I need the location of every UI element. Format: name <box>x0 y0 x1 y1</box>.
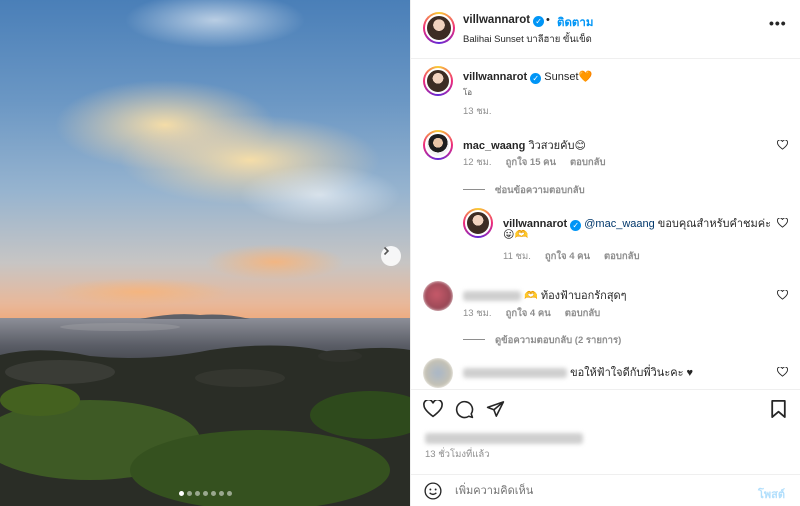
avatar[interactable] <box>423 281 453 311</box>
location-link[interactable]: Balihai Sunset บาลีฮาย ขั้นเข็ด <box>463 32 592 47</box>
heart-icon <box>423 398 443 418</box>
comment-button[interactable] <box>455 400 474 422</box>
carousel-dot <box>218 491 224 496</box>
reply-meta: 11 ชม. ถูกใจ 4 คน ตอบกลับ <box>503 249 654 264</box>
avatar[interactable] <box>423 66 453 96</box>
comment-body: 🫶 ท้องฟ้าบอกรักสุดๆ <box>524 290 627 302</box>
post-sidebar: villwannarot ✓ • ติดตาม Balihai Sunset บา… <box>410 0 800 506</box>
reply-emoji: 😛🫶 <box>503 229 529 241</box>
save-button[interactable] <box>771 400 786 421</box>
likes-count[interactable] <box>425 432 583 444</box>
like-button[interactable] <box>423 398 443 421</box>
avatar[interactable] <box>423 130 453 160</box>
heart-icon <box>777 139 788 150</box>
reply-like-button[interactable] <box>777 217 788 231</box>
caption-body: Sunset <box>544 71 579 83</box>
caption-subtext: โอ <box>463 88 473 97</box>
carousel-dot <box>194 491 200 496</box>
verified-badge-icon: ✓ <box>570 220 582 231</box>
post-actions-bar <box>411 389 800 429</box>
bookmark-icon <box>771 400 786 418</box>
carousel-dot <box>226 491 232 496</box>
carousel-dot <box>186 491 192 496</box>
comment-username[interactable]: mac_waang <box>463 140 525 152</box>
comment-like-button[interactable] <box>777 289 788 303</box>
follow-button[interactable]: ติดตาม <box>557 14 593 32</box>
comment-meta: 12 ชม. ถูกใจ 15 คน ตอบกลับ <box>463 155 619 170</box>
caption-emoji: 🧡 <box>578 71 593 83</box>
comment-meta: 13 ชม. ถูกใจ 4 คน ตอบกลับ <box>463 306 614 321</box>
hide-replies-toggle[interactable]: ซ่อนข้อความตอบกลับ <box>463 183 585 198</box>
emoji-icon <box>424 482 442 500</box>
caption-text: villwannarot ✓ Sunset🧡 <box>463 70 592 84</box>
share-button[interactable] <box>486 400 505 421</box>
heart-icon <box>777 366 788 377</box>
emoji-button[interactable] <box>424 482 442 503</box>
carousel-indicator <box>0 491 410 496</box>
mention-link[interactable]: @mac_waang <box>584 218 654 230</box>
reply-text: villwannarot ✓ @mac_waang ขอบคุณสำหรับคำช… <box>503 214 771 232</box>
comment-body: วิวสวยคับ😊 <box>528 140 586 152</box>
chevron-right-icon <box>383 246 390 256</box>
post-header: villwannarot ✓ • ติดตาม Balihai Sunset บา… <box>411 0 800 59</box>
comment-time[interactable]: 13 ชม. <box>463 308 492 319</box>
reply-body: ขอบคุณสำหรับคำชมค่ะ <box>657 218 772 230</box>
reply-likes[interactable]: ถูกใจ 4 คน <box>545 251 590 262</box>
post-timestamp[interactable]: 13 ชั่วโมงที่แล้ว <box>425 447 490 462</box>
comment-input[interactable] <box>455 482 735 500</box>
reply-button[interactable]: ตอบกลับ <box>565 308 601 319</box>
share-icon <box>486 401 505 417</box>
view-replies-toggle[interactable]: ดูข้อความตอบกลับ (2 รายการ) <box>463 333 621 348</box>
post-dialog: villwannarot ✓ • ติดตาม Balihai Sunset บา… <box>0 0 800 506</box>
carousel-dot <box>178 491 184 496</box>
post-photo <box>0 0 410 506</box>
comment-icon <box>455 400 474 419</box>
reply-time[interactable]: 11 ชม. <box>503 251 531 262</box>
avatar[interactable] <box>423 358 453 388</box>
sunset-scene <box>0 0 410 506</box>
reply-button[interactable]: ตอบกลับ <box>604 251 640 262</box>
separator-dot: • <box>546 14 550 26</box>
comments-list: villwannarot ✓ Sunset🧡 โอ 13 ชม. mac_waan… <box>411 60 800 388</box>
comment-text: ขอให้ฟ้าใจดีกับพี่วินะคะ ♥ <box>463 363 693 381</box>
next-slide-button[interactable] <box>381 246 401 266</box>
comment-text: mac_waang วิวสวยคับ😊 <box>463 136 586 154</box>
verified-badge-icon: ✓ <box>530 73 542 84</box>
comment-composer: โพสต์ <box>411 474 800 506</box>
verified-badge-icon: ✓ <box>533 16 545 27</box>
comment-like-button[interactable] <box>777 366 788 380</box>
caption-time[interactable]: 13 ชม. <box>463 104 492 119</box>
carousel-dot <box>210 491 216 496</box>
blurred-username[interactable] <box>463 368 567 379</box>
avatar[interactable] <box>463 208 493 238</box>
blurred-username[interactable] <box>463 291 521 302</box>
more-options-button[interactable]: ••• <box>769 15 787 31</box>
carousel-dot <box>202 491 208 496</box>
caption-username[interactable]: villwannarot <box>463 71 527 83</box>
heart-icon <box>777 289 788 300</box>
author-username[interactable]: villwannarot ✓ <box>463 14 545 27</box>
comment-likes[interactable]: ถูกใจ 4 คน <box>506 308 551 319</box>
reply-button[interactable]: ตอบกลับ <box>570 157 606 168</box>
comment-text: 🫶 ท้องฟ้าบอกรักสุดๆ <box>463 286 627 304</box>
comment-like-button[interactable] <box>777 139 788 153</box>
comment-likes[interactable]: ถูกใจ 15 คน <box>506 157 556 168</box>
heart-icon <box>777 217 788 228</box>
avatar[interactable] <box>423 12 455 44</box>
post-comment-button[interactable]: โพสต์ <box>758 485 785 503</box>
comment-body: ขอให้ฟ้าใจดีกับพี่วินะคะ ♥ <box>570 367 694 379</box>
comment-time[interactable]: 12 ชม. <box>463 157 492 168</box>
